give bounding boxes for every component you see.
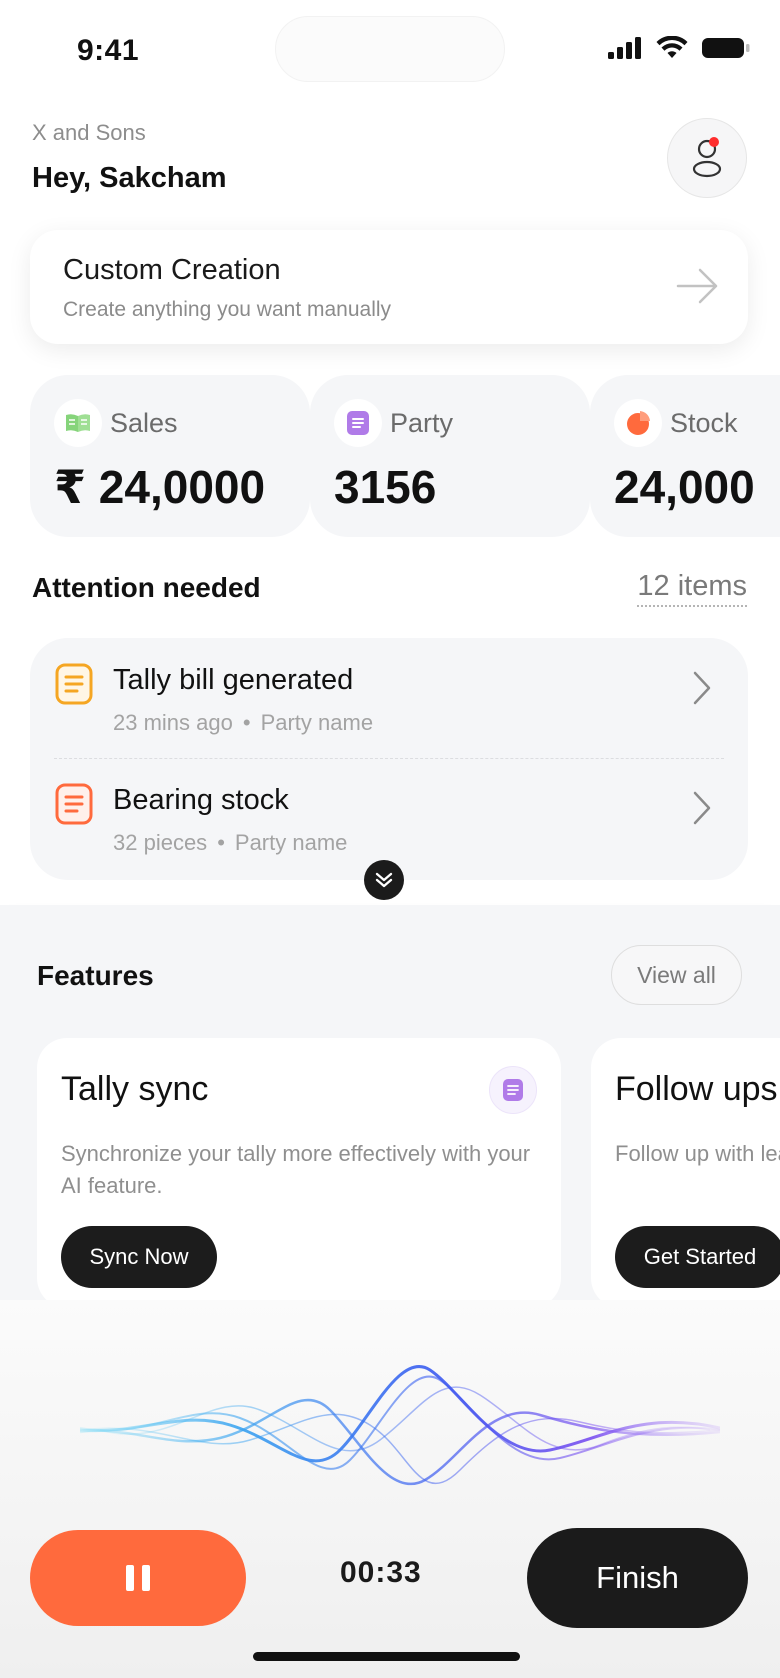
stats-row[interactable]: Sales ₹ 24,0000 Party 3156 Stock 24,000 <box>30 375 780 537</box>
document-icon <box>55 663 93 705</box>
custom-creation-subtitle: Create anything you want manually <box>63 298 392 321</box>
document-icon <box>489 1066 537 1114</box>
list-item-time: 23 mins ago <box>113 710 233 735</box>
company-name: X and Sons <box>32 120 146 145</box>
stat-label: Stock <box>670 408 738 438</box>
separator-dot: • <box>242 710 251 735</box>
list-item[interactable]: Tally bill generated 23 mins ago • Party n… <box>30 638 748 748</box>
sync-now-button[interactable]: Sync Now <box>61 1226 217 1288</box>
feature-description: Follow up with leads <box>615 1141 780 1166</box>
view-all-button[interactable]: View all <box>611 945 742 1005</box>
attention-title: Attention needed <box>32 572 261 603</box>
recording-timer: 00:33 <box>340 1556 422 1589</box>
phone-screen: 9:41 X and Sons Hey, Sakcham Custom Crea… <box>0 0 780 1678</box>
feature-card-follow-ups[interactable]: Follow ups Follow up with leads Get Star… <box>591 1038 780 1308</box>
voice-waveform <box>80 1365 720 1486</box>
battery-icon <box>702 38 750 58</box>
stat-card-party[interactable]: Party 3156 <box>310 375 590 537</box>
feature-card-tally-sync[interactable]: Tally sync Synchronize your tally more e… <box>37 1038 561 1308</box>
custom-creation-card[interactable]: Custom Creation Create anything you want… <box>30 230 748 344</box>
pause-button[interactable] <box>30 1530 246 1626</box>
status-icons <box>608 36 750 60</box>
list-item[interactable]: Bearing stock 32 pieces • Party name <box>30 758 748 868</box>
list-item-title: Bearing stock <box>113 784 289 816</box>
user-icon <box>692 137 722 178</box>
attention-count-link[interactable]: 12 items <box>637 570 747 607</box>
expand-button[interactable] <box>364 860 404 900</box>
list-item-party: Party name <box>260 710 374 735</box>
stat-label: Party <box>390 408 454 438</box>
home-indicator <box>253 1652 520 1661</box>
finish-button[interactable]: Finish <box>527 1528 748 1628</box>
list-item-meta: 23 mins ago • Party name <box>113 710 373 736</box>
get-started-button[interactable]: Get Started <box>615 1226 780 1288</box>
feature-title: Tally sync <box>61 1070 209 1108</box>
stat-card-sales[interactable]: Sales ₹ 24,0000 <box>30 375 310 537</box>
book-icon <box>54 399 102 447</box>
list-item-count: 32 pieces <box>113 830 208 855</box>
document-icon <box>55 783 93 825</box>
status-time: 9:41 <box>77 34 140 67</box>
stat-value: 3156 <box>334 461 437 513</box>
document-icon <box>334 399 382 447</box>
features-title: Features <box>37 960 154 991</box>
pie-chart-icon <box>614 399 662 447</box>
stat-card-stock[interactable]: Stock 24,000 <box>590 375 780 537</box>
cellular-signal-icon <box>608 37 641 59</box>
wifi-icon <box>656 36 688 58</box>
feature-description: Synchronize your tally more effectively … <box>61 1141 531 1198</box>
attention-list: Tally bill generated 23 mins ago • Party n… <box>30 638 748 880</box>
stat-value: 24,000 <box>614 461 755 513</box>
chevron-right-icon <box>693 671 711 705</box>
list-item-party: Party name <box>234 830 348 855</box>
custom-creation-title: Custom Creation <box>63 254 281 286</box>
chevron-double-down-icon <box>375 872 393 888</box>
list-item-meta: 32 pieces • Party name <box>113 830 347 856</box>
list-item-title: Tally bill generated <box>113 664 354 696</box>
status-bar: 9:41 <box>0 0 780 100</box>
greeting-title: Hey, Sakcham <box>32 162 227 194</box>
feature-title: Follow ups <box>615 1070 778 1108</box>
arrow-right-icon <box>676 268 718 304</box>
stat-value: ₹ 24,0000 <box>54 461 266 513</box>
profile-button[interactable] <box>667 118 747 198</box>
stat-label: Sales <box>110 408 178 438</box>
chevron-right-icon <box>693 791 711 825</box>
dynamic-island <box>275 16 505 82</box>
pause-icon <box>126 1565 150 1591</box>
features-section: Features View all Tally sync Synchronize… <box>0 905 780 1345</box>
separator-dot: • <box>217 830 225 855</box>
